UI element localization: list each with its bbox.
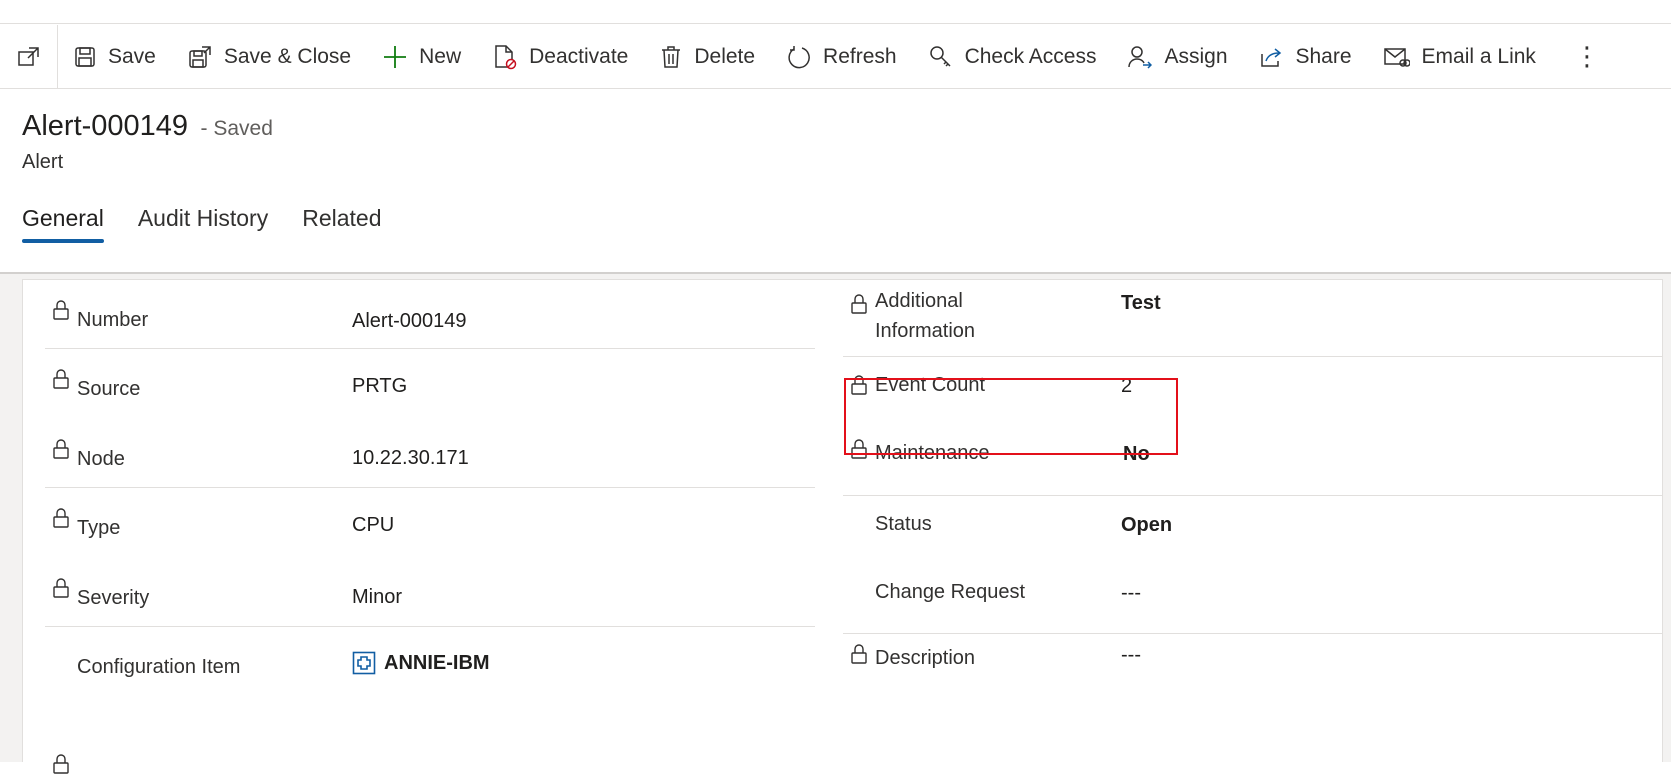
- field-node: Node 10.22.30.171: [45, 419, 815, 487]
- save-icon: [75, 46, 95, 67]
- top-spacer: [0, 0, 1671, 24]
- right-column: Additional Information Test Event Count …: [843, 280, 1663, 694]
- field-label: Node: [77, 448, 125, 470]
- tab-general[interactable]: General: [22, 205, 104, 243]
- lock-icon: [53, 578, 69, 598]
- more-commands-button[interactable]: ⋮: [1552, 25, 1622, 89]
- field-event-count: Event Count 2: [843, 357, 1663, 425]
- lock-icon: [851, 644, 867, 664]
- deactivate-label: Deactivate: [529, 44, 629, 68]
- lock-icon: [53, 508, 69, 528]
- field-source: Source PRTG: [45, 349, 815, 419]
- field-number: Number Alert-000149: [45, 280, 815, 348]
- field-value[interactable]: PRTG: [352, 375, 407, 398]
- field-label: Source: [77, 378, 141, 400]
- check-access-button[interactable]: Check Access: [913, 25, 1113, 89]
- field-value[interactable]: CPU: [352, 514, 394, 537]
- field-status: Status Open: [843, 496, 1663, 564]
- field-label: Severity: [77, 587, 150, 609]
- delete-button[interactable]: Delete: [644, 25, 771, 89]
- field-value[interactable]: Test: [1121, 292, 1161, 315]
- plus-icon: [384, 45, 407, 68]
- field-additional-information: Additional Information Test: [843, 280, 1663, 356]
- lock-icon: [53, 754, 69, 774]
- new-button[interactable]: New: [367, 25, 477, 89]
- field-type: Type CPU: [45, 488, 815, 558]
- command-bar: Save Save & Close New Deactivate Delete …: [0, 24, 1671, 89]
- field-label: Additional Information: [875, 290, 976, 342]
- refresh-icon: [788, 45, 810, 68]
- field-label: Event Count: [875, 374, 986, 396]
- refresh-label: Refresh: [823, 44, 897, 68]
- lock-icon: [851, 294, 867, 314]
- trash-icon: [662, 45, 681, 68]
- new-label: New: [419, 44, 462, 68]
- field-value[interactable]: ---: [1121, 644, 1141, 667]
- assign-icon: [1128, 45, 1153, 69]
- refresh-button[interactable]: Refresh: [771, 25, 913, 89]
- key-search-icon: [929, 45, 951, 67]
- delete-label: Delete: [694, 44, 756, 68]
- save-close-button[interactable]: Save & Close: [172, 25, 367, 89]
- field-value[interactable]: 2: [1121, 375, 1132, 398]
- field-label: Number: [77, 309, 149, 331]
- email-link-button[interactable]: Email a Link: [1368, 25, 1552, 89]
- field-label: Status: [875, 513, 932, 535]
- lock-icon: [53, 369, 69, 389]
- deactivate-icon: [495, 44, 517, 69]
- field-label: Maintenance: [875, 442, 990, 464]
- email-link-label: Email a Link: [1421, 44, 1536, 68]
- check-access-label: Check Access: [964, 44, 1097, 68]
- general-section: Number Alert-000149 Source PRTG Node 10.…: [22, 279, 1663, 774]
- field-value[interactable]: Open: [1121, 514, 1172, 537]
- configuration-item-value: ANNIE-IBM: [384, 651, 490, 674]
- record-title: Alert-000149: [22, 110, 189, 142]
- field-maintenance: Maintenance No: [843, 425, 1663, 495]
- entity-name: Alert: [22, 151, 64, 173]
- configuration-item-link[interactable]: ANNIE-IBM: [352, 651, 490, 675]
- configuration-item-icon: [352, 651, 376, 675]
- field-label: Configuration Item: [77, 656, 241, 678]
- saved-status: - Saved: [200, 117, 273, 140]
- lock-icon: [53, 439, 69, 459]
- share-label: Share: [1295, 44, 1352, 68]
- field-label: Change Request: [875, 581, 1026, 603]
- lock-icon: [851, 439, 867, 459]
- share-button[interactable]: Share: [1244, 25, 1368, 89]
- field-label: Description: [875, 647, 976, 669]
- left-column: Number Alert-000149 Source PRTG Node 10.…: [45, 280, 815, 697]
- tab-audit-history[interactable]: Audit History: [138, 205, 268, 242]
- field-severity: Severity Minor: [45, 558, 815, 626]
- email-link-icon: [1383, 47, 1410, 67]
- save-label: Save: [108, 44, 156, 68]
- field-value[interactable]: ---: [1121, 582, 1141, 605]
- field-value[interactable]: Minor: [352, 586, 402, 609]
- lock-icon: [53, 300, 69, 320]
- save-close-label: Save & Close: [223, 44, 352, 68]
- field-value[interactable]: 10.22.30.171: [352, 447, 469, 470]
- record-header: Alert-000149 - Saved Alert: [22, 110, 273, 174]
- more-icon: ⋮: [1573, 41, 1600, 71]
- field-value[interactable]: Alert-000149: [352, 310, 467, 333]
- share-icon: [1260, 47, 1281, 67]
- field-change-request: Change Request ---: [843, 564, 1663, 633]
- save-close-icon: [189, 45, 211, 68]
- field-label: Type: [77, 517, 121, 539]
- assign-label: Assign: [1164, 44, 1228, 68]
- deactivate-button[interactable]: Deactivate: [477, 25, 644, 89]
- save-button[interactable]: Save: [58, 25, 172, 89]
- field-description: Description ---: [843, 634, 1663, 694]
- lock-icon: [851, 375, 867, 395]
- field-value[interactable]: No: [1123, 443, 1150, 466]
- tab-related[interactable]: Related: [302, 205, 381, 242]
- popout-icon: [17, 46, 39, 66]
- form-tabs: General Audit History Related: [22, 205, 415, 243]
- popout-button[interactable]: [0, 24, 58, 89]
- field-configuration-item: Configuration Item ANNIE-IBM: [45, 627, 815, 697]
- assign-button[interactable]: Assign: [1112, 25, 1243, 89]
